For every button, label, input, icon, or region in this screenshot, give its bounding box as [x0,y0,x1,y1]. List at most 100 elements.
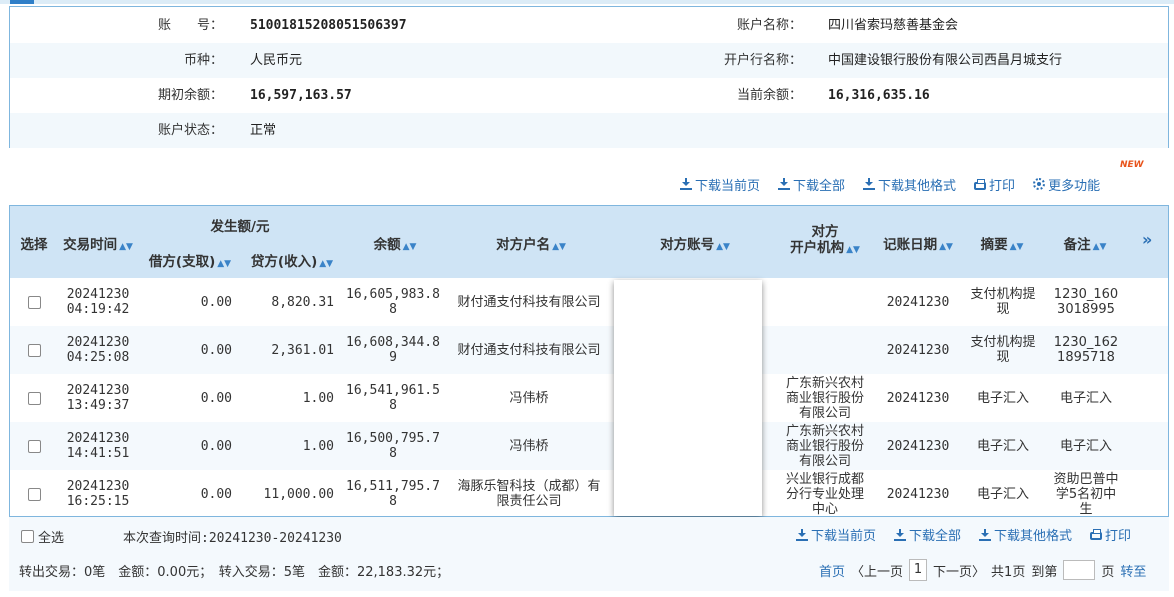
header-debit[interactable]: 借方(支取) ▲▼ [140,250,240,270]
cell-transaction-clock: 04:25:08 [66,350,130,365]
cell-remark: 电子汇入 [1052,422,1120,470]
cell-summary: 电子汇入 [965,470,1041,518]
cell-counter-name-text: 海豚乐智科技（成都）有限责任公司 [457,479,601,509]
expand-columns-icon[interactable]: » [1142,230,1152,249]
cell-debit: 0.00 [140,278,232,326]
print-label: 打印 [989,178,1016,194]
cell-summary-text: 支付机构提现 [970,335,1036,365]
select-all-control[interactable]: 全选 [21,527,64,546]
current-balance-value: 16,316,635.16 [828,88,930,103]
cell-counter-bank: 广东新兴农村商业银行股份有限公司 [780,374,870,422]
cell-debit-text: 0.00 [200,438,232,454]
footer-download-all-button[interactable]: 下载全部 [894,525,961,544]
cell-balance: 16,605,983.88 [344,278,442,326]
cell-counter-bank [780,326,870,374]
header-credit[interactable]: 贷方(收入) ▲▼ [242,250,342,270]
bank-label: 开户行名称： [723,53,802,68]
total-pages: 共1页 [991,564,1026,580]
sort-icon: ▲▼ [552,242,566,252]
header-counter-account-label: 对方账号 [660,237,715,253]
cell-summary-text: 电子汇入 [976,438,1029,454]
cell-credit: 2,361.01 [242,326,334,374]
cell-credit-text: 2,361.01 [271,342,334,358]
cell-debit-text: 0.00 [200,486,232,502]
cell-counter-name: 冯伟桥 [454,422,604,470]
footer-summary: 转出交易：0笔 金额：0.00元； 转入交易：5笔 金额：22,183.32元；… [9,553,1169,591]
table-header: 选择 交易时间 ▲▼ 发生额/元 借方(支取) ▲▼ 贷方(收入) ▲▼ 余额 ▲▼ 对… [10,206,1168,278]
cell-credit: 1.00 [242,422,334,470]
sort-icon: ▲▼ [846,245,860,255]
currency-label: 币种： [183,53,223,68]
footer-download-page-label: 下载当前页 [811,529,877,544]
cell-post-date-text: 20241230 [886,486,950,502]
cell-debit: 0.00 [140,326,232,374]
cell-summary: 电子汇入 [965,422,1041,470]
cell-debit: 0.00 [140,470,232,518]
sort-icon: ▲▼ [119,242,133,252]
print-button[interactable]: 打印 [974,175,1015,194]
download-page-button[interactable]: 下载当前页 [680,175,760,194]
download-all-button[interactable]: 下载全部 [778,175,845,194]
cell-counter-name: 财付通支付科技有限公司 [454,278,604,326]
row-select-cell [14,374,54,422]
cell-debit-text: 0.00 [200,342,232,358]
next-page-link[interactable]: 下一页〉 [933,561,985,580]
goto-page-input[interactable] [1063,560,1096,580]
printer-icon [1090,529,1103,540]
download-icon [680,178,692,190]
sort-icon: ▲▼ [402,242,417,252]
header-summary[interactable]: 摘要 ▲▼ [962,233,1042,253]
cell-credit: 11,000.00 [242,470,334,518]
more-functions-button[interactable]: 更多功能 [1033,175,1100,194]
row-checkbox[interactable] [27,439,41,453]
cell-balance: 16,511,795.78 [344,470,442,518]
toolbar: 下载当前页 下载全部 下载其他格式 打印 更多功能 [680,174,1100,194]
row-checkbox[interactable] [27,487,41,501]
header-post-date-label: 记账日期 [883,237,938,253]
header-debit-label: 借方(支取) [148,254,216,270]
cell-counter-bank: 兴业银行成都分行专业处理中心 [780,470,870,518]
header-time-label: 交易时间 [63,237,118,253]
new-badge: NEW [1120,160,1144,170]
cell-counter-name-text: 冯伟桥 [509,390,549,406]
download-other-button[interactable]: 下载其他格式 [863,175,956,194]
select-all-checkbox[interactable] [21,530,34,543]
row-select-cell [14,422,54,470]
first-page-link[interactable]: 首页 [819,561,845,580]
cell-post-date-text: 20241230 [886,390,950,406]
goto-button[interactable]: 转至 [1120,561,1146,580]
header-counter-account[interactable]: 对方账号 ▲▼ [620,233,770,253]
sort-icon: ▲▼ [939,242,953,252]
header-time[interactable]: 交易时间 ▲▼ [58,233,138,253]
footer-download-page-button[interactable]: 下载当前页 [796,525,876,544]
header-remark[interactable]: 备注 ▲▼ [1050,233,1120,253]
footer-print-button[interactable]: 打印 [1090,525,1131,544]
cell-remark: 资助巴普中学5名初中生 [1052,470,1120,518]
cell-credit-text: 1.00 [302,438,334,454]
download-icon [796,528,808,541]
row-checkbox[interactable] [27,391,41,405]
current-page-number: 1 [909,559,928,581]
header-post-date[interactable]: 记账日期 ▲▼ [878,233,958,253]
header-counter-bank[interactable]: 对方 开户机构 ▲▼ [780,224,870,258]
cell-balance: 16,608,344.89 [344,326,442,374]
footer-download-other-button[interactable]: 下载其他格式 [979,525,1072,544]
table-row: 20241230 04:25:08 0.00 2,361.01 16,608,344.8… [10,326,1168,374]
cell-credit-text: 8,820.31 [271,294,334,310]
sort-icon: ▲▼ [1009,242,1024,252]
header-counter-name[interactable]: 对方户名 ▲▼ [456,233,606,253]
cell-remark-text: 资助巴普中学5名初中生 [1053,471,1119,517]
row-checkbox[interactable] [27,343,41,357]
header-balance[interactable]: 余额 ▲▼ [350,233,440,253]
account-no-value: 51001815208051506397 [250,18,407,33]
row-checkbox[interactable] [27,295,41,309]
cell-summary-text: 支付机构提现 [970,287,1036,317]
download-icon [863,178,876,190]
cell-transaction-time: 20241230 13:49:37 [58,374,138,422]
prev-page-link[interactable]: 〈上一页 [851,561,903,580]
download-icon [778,178,791,190]
row-select-cell [14,470,54,518]
cell-remark-text: 1230_1621895718 [1053,335,1119,365]
cell-transaction-clock: 13:49:37 [66,398,130,413]
cell-transaction-time: 20241230 04:25:08 [58,326,138,374]
